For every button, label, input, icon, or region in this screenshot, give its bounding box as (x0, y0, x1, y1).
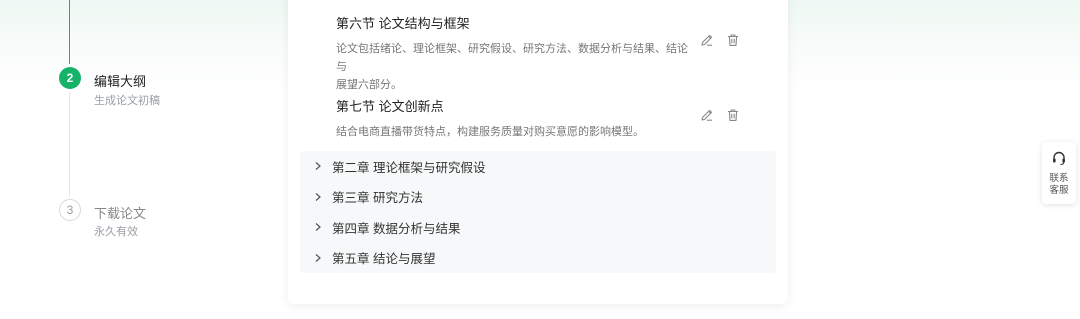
chapter-item[interactable]: 第四章 数据分析与结果 (300, 212, 776, 243)
headset-icon (1051, 150, 1067, 171)
section-description: 论文包括绪论、理论框架、研究假设、研究方法、数据分析与结果、结论与 展望六部分。 (336, 43, 688, 91)
edit-icon[interactable] (699, 107, 715, 123)
section-title: 第七节 论文创新点 (336, 99, 444, 114)
chapter-label: 第五章 结论与展望 (332, 252, 436, 267)
chevron-right-icon (310, 219, 326, 235)
delete-icon[interactable] (725, 107, 741, 123)
step-connector-pending (69, 92, 70, 197)
chevron-right-icon (310, 158, 326, 174)
delete-icon[interactable] (725, 32, 741, 48)
step-2-subtitle: 生成论文初稿 (94, 95, 160, 107)
section-title: 第六节 论文结构与框架 (336, 16, 470, 31)
outline-section: 第七节 论文创新点 结合电商直播带货特点，构建服务质量对购买意愿的影响模型。 (336, 96, 696, 141)
chapter-item[interactable]: 第二章 理论框架与研究假设 (300, 151, 776, 182)
chapter-item[interactable]: 第五章 结论与展望 (300, 243, 776, 274)
chapter-item[interactable]: 第三章 研究方法 (300, 182, 776, 213)
step-3-subtitle: 永久有效 (94, 226, 138, 238)
step-3-title: 下载论文 (94, 206, 147, 221)
chapter-label: 第四章 数据分析与结果 (332, 221, 461, 236)
chapter-label: 第二章 理论框架与研究假设 (332, 160, 486, 175)
chapter-label: 第三章 研究方法 (332, 191, 423, 206)
step-3-indicator: 3 (59, 199, 81, 221)
customer-service-button[interactable]: 联系客服 (1042, 142, 1076, 204)
section-description: 结合电商直播带货特点，构建服务质量对购买意愿的影响模型。 (336, 126, 644, 138)
step-connector-completed (69, 0, 70, 64)
outline-card: 第六节 论文结构与框架 论文包括绪论、理论框架、研究假设、研究方法、数据分析与结… (288, 0, 788, 304)
step-2-indicator: 2 (59, 67, 81, 89)
customer-service-label: 联系客服 (1049, 173, 1069, 196)
chapter-list: 第二章 理论框架与研究假设 第三章 研究方法 第四章 数据分析与结果 第五章 结… (300, 151, 776, 273)
edit-icon[interactable] (699, 32, 715, 48)
chevron-right-icon (310, 189, 326, 205)
outline-section: 第六节 论文结构与框架 论文包括绪论、理论框架、研究假设、研究方法、数据分析与结… (336, 13, 696, 94)
step-2-title: 编辑大纲 (94, 74, 147, 89)
chevron-right-icon (310, 250, 326, 266)
